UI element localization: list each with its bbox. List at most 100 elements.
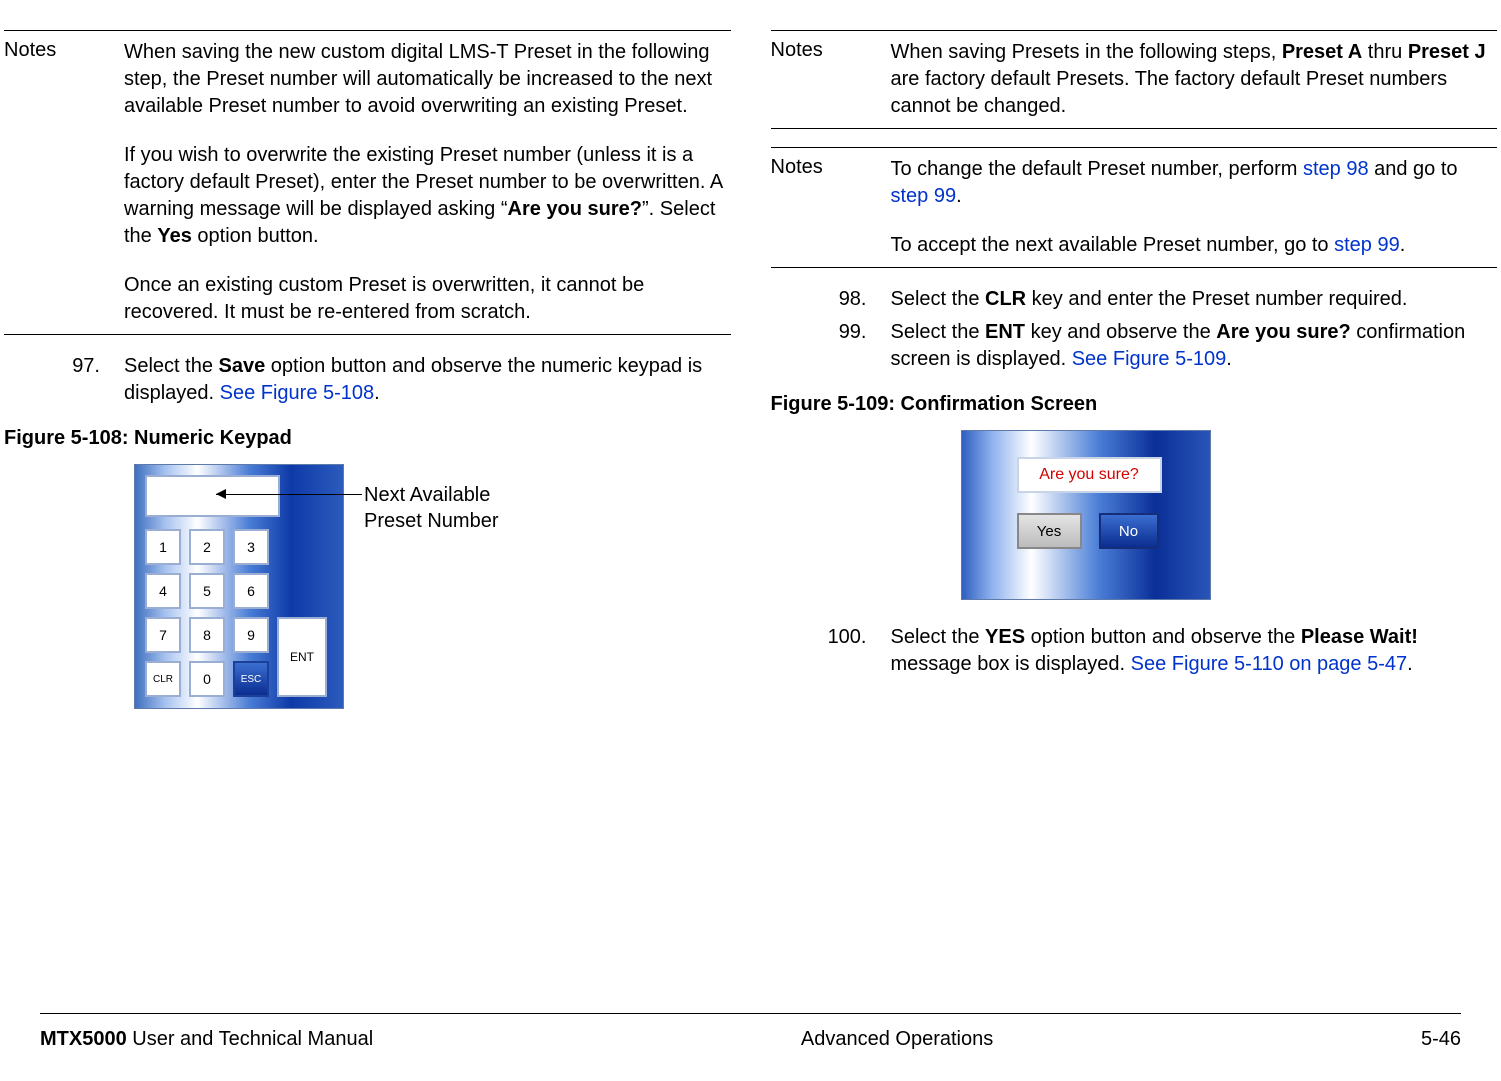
key-3[interactable]: 3 (233, 529, 269, 565)
figure-109-confirmation: Are you sure? Yes No (961, 430, 1498, 600)
step-number: 99. (771, 319, 891, 373)
text-bold: Preset A (1282, 41, 1362, 63)
text: . (374, 382, 380, 404)
footer-page-number: 5-46 (1421, 1028, 1461, 1051)
note-paragraph: When saving Presets in the following ste… (891, 39, 1498, 120)
text: key and enter the Preset number required… (1026, 288, 1407, 310)
text-bold: ENT (985, 321, 1025, 343)
right-column: Notes When saving Presets in the followi… (771, 30, 1498, 724)
text: Select the (891, 321, 986, 343)
page-footer: MTX5000 User and Technical Manual Advanc… (40, 1013, 1461, 1051)
callout-line (216, 494, 362, 495)
footer-left: MTX5000 User and Technical Manual (40, 1028, 373, 1051)
step-100: 100. Select the YES option button and ob… (771, 624, 1498, 678)
left-column: Notes When saving the new custom digital… (4, 30, 731, 724)
note-block-2: Notes When saving Presets in the followi… (771, 30, 1498, 129)
text: Select the (891, 288, 986, 310)
key-ent[interactable]: ENT (277, 617, 327, 697)
step-98: 98. Select the CLR key and enter the Pre… (771, 286, 1498, 313)
text: key and observe the (1025, 321, 1216, 343)
cross-reference[interactable]: See Figure 5-110 on page 5-47 (1131, 653, 1408, 675)
text: . (1226, 348, 1232, 370)
note-paragraph: To accept the next available Preset numb… (891, 232, 1498, 259)
text-bold: Preset J (1408, 41, 1486, 63)
step-97: 97. Select the Save option button and ob… (4, 353, 731, 407)
cross-reference[interactable]: See Figure 5-108 (220, 382, 375, 404)
cross-reference[interactable]: step 99 (1334, 234, 1400, 256)
cross-reference[interactable]: step 98 (1303, 158, 1369, 180)
key-2[interactable]: 2 (189, 529, 225, 565)
text-bold: YES (985, 626, 1025, 648)
text-bold: Yes (157, 225, 191, 247)
footer-center: Advanced Operations (801, 1028, 993, 1051)
two-column-layout: Notes When saving the new custom digital… (4, 30, 1497, 724)
cross-reference[interactable]: See Figure 5-109 (1072, 348, 1227, 370)
key-1[interactable]: 1 (145, 529, 181, 565)
key-clr[interactable]: CLR (145, 661, 181, 697)
key-9[interactable]: 9 (233, 617, 269, 653)
text: Next Available (364, 484, 490, 506)
note-label: Notes (771, 39, 891, 120)
numeric-keypad-panel: 1 2 3 4 5 6 7 8 9 CLR 0 ESC ENT (134, 464, 344, 709)
key-esc[interactable]: ESC (233, 661, 269, 697)
note-paragraph: To change the default Preset number, per… (891, 156, 1498, 210)
text: . (956, 185, 962, 207)
text: To accept the next available Preset numb… (891, 234, 1335, 256)
text: Preset Number (364, 510, 499, 532)
key-5[interactable]: 5 (189, 573, 225, 609)
step-body: Select the ENT key and observe the Are y… (891, 319, 1498, 373)
doc-title: User and Technical Manual (127, 1028, 373, 1050)
step-99: 99. Select the ENT key and observe the A… (771, 319, 1498, 373)
note-block-1: Notes When saving the new custom digital… (4, 30, 731, 335)
product-name: MTX5000 (40, 1028, 127, 1050)
step-body: Select the YES option button and observe… (891, 624, 1498, 678)
step-list: 100. Select the YES option button and ob… (771, 624, 1498, 678)
step-number: 100. (771, 624, 891, 678)
no-button[interactable]: No (1099, 513, 1159, 549)
key-7[interactable]: 7 (145, 617, 181, 653)
step-number: 97. (4, 353, 124, 407)
figure-108-title: Figure 5-108: Numeric Keypad (4, 427, 731, 450)
text: Select the (891, 626, 986, 648)
confirmation-panel: Are you sure? Yes No (961, 430, 1211, 600)
text: When saving Presets in the following ste… (891, 41, 1282, 63)
note-paragraph: If you wish to overwrite the existing Pr… (124, 142, 731, 250)
step-body: Select the CLR key and enter the Preset … (891, 286, 1498, 313)
text-bold: Are you sure? (1216, 321, 1350, 343)
confirmation-message: Are you sure? (1017, 457, 1162, 493)
text: are factory default Presets. The factory… (891, 68, 1448, 117)
key-0[interactable]: 0 (189, 661, 225, 697)
key-8[interactable]: 8 (189, 617, 225, 653)
page: Notes When saving the new custom digital… (0, 0, 1501, 1081)
note-label: Notes (771, 156, 891, 259)
keypad-grid: 1 2 3 4 5 6 7 8 9 CLR 0 ESC ENT (145, 529, 335, 699)
text: Select the (124, 355, 219, 377)
keypad-callout: Next Available Preset Number (364, 482, 499, 534)
step-body: Select the Save option button and observ… (124, 353, 731, 407)
text-bold: Save (219, 355, 266, 377)
text: thru (1362, 41, 1408, 63)
text: message box is displayed. (891, 653, 1131, 675)
text: and go to (1369, 158, 1458, 180)
text-bold: Are you sure? (508, 198, 642, 220)
step-number: 98. (771, 286, 891, 313)
yes-button[interactable]: Yes (1017, 513, 1082, 549)
text-bold: CLR (985, 288, 1026, 310)
note-body: To change the default Preset number, per… (891, 156, 1498, 259)
step-list: 98. Select the CLR key and enter the Pre… (771, 286, 1498, 373)
note-label: Notes (4, 39, 124, 326)
note-paragraph: Once an existing custom Preset is overwr… (124, 272, 731, 326)
text: . (1407, 653, 1413, 675)
step-list: 97. Select the Save option button and ob… (4, 353, 731, 407)
note-paragraph: When saving the new custom digital LMS-T… (124, 39, 731, 120)
figure-109-title: Figure 5-109: Confirmation Screen (771, 393, 1498, 416)
figure-108-keypad: 1 2 3 4 5 6 7 8 9 CLR 0 ESC ENT (134, 464, 731, 724)
key-6[interactable]: 6 (233, 573, 269, 609)
cross-reference[interactable]: step 99 (891, 185, 957, 207)
note-block-3: Notes To change the default Preset numbe… (771, 147, 1498, 268)
key-4[interactable]: 4 (145, 573, 181, 609)
text: option button. (192, 225, 319, 247)
keypad-display (145, 475, 280, 517)
text: option button and observe the (1025, 626, 1301, 648)
note-body: When saving the new custom digital LMS-T… (124, 39, 731, 326)
